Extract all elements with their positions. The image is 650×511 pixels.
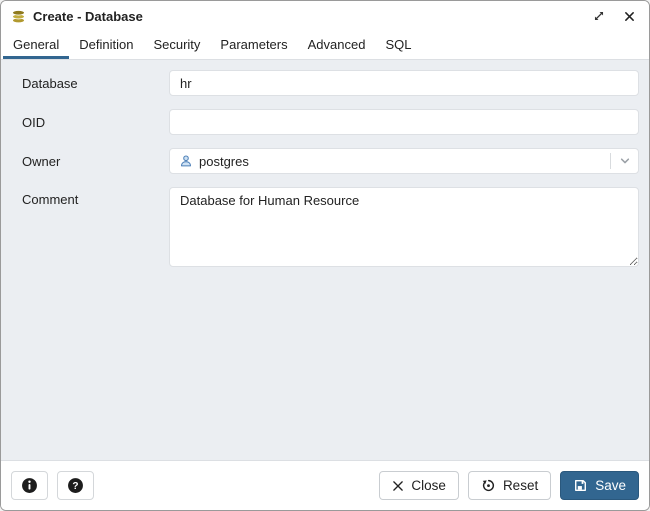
database-input[interactable]	[169, 70, 639, 96]
close-button-label: Close	[411, 478, 446, 493]
info-button[interactable]	[11, 471, 48, 500]
user-icon	[179, 154, 193, 168]
database-label: Database	[22, 75, 78, 91]
comment-label: Comment	[22, 192, 79, 207]
dialog-footer: ? Close Reset Save	[1, 460, 649, 510]
maximize-icon[interactable]	[592, 9, 606, 23]
help-icon: ?	[67, 477, 84, 494]
reset-button[interactable]: Reset	[467, 471, 552, 500]
owner-label: Owner	[22, 153, 61, 169]
reset-icon	[481, 478, 496, 493]
info-icon	[21, 477, 38, 494]
reset-button-label: Reset	[502, 478, 539, 493]
comment-textarea[interactable]: Database for Human Resource	[169, 187, 639, 267]
owner-value: postgres	[199, 153, 249, 169]
database-row: Database	[1, 70, 639, 96]
close-icon	[392, 480, 404, 492]
database-icon	[11, 9, 26, 24]
tab-advanced[interactable]: Advanced	[298, 31, 376, 59]
tab-security[interactable]: Security	[143, 31, 210, 59]
comment-row: Comment Database for Human Resource	[1, 187, 639, 270]
general-tab-panel: Database OID Owner	[1, 60, 649, 460]
help-button[interactable]: ?	[57, 471, 94, 500]
tab-sql[interactable]: SQL	[375, 31, 421, 59]
svg-text:?: ?	[72, 481, 78, 492]
dialog-header: Create - Database	[1, 1, 649, 31]
oid-label: OID	[22, 114, 46, 130]
close-button[interactable]: Close	[379, 471, 459, 500]
owner-select[interactable]: postgres	[169, 148, 639, 174]
tab-definition[interactable]: Definition	[69, 31, 143, 59]
close-window-icon[interactable]	[623, 10, 636, 23]
save-icon	[573, 478, 588, 493]
owner-row: Owner postgres	[1, 148, 639, 174]
save-button-label: Save	[595, 478, 626, 493]
dialog-title: Create - Database	[33, 8, 143, 24]
oid-row: OID	[1, 109, 639, 135]
tab-bar: General Definition Security Parameters A…	[1, 31, 649, 60]
tab-general[interactable]: General	[3, 31, 70, 59]
create-database-dialog: Create - Database General Definition Sec…	[0, 0, 650, 511]
save-button[interactable]: Save	[560, 471, 639, 500]
tab-parameters[interactable]: Parameters	[210, 31, 297, 59]
chevron-down-icon[interactable]	[610, 153, 638, 169]
oid-input[interactable]	[169, 109, 639, 135]
